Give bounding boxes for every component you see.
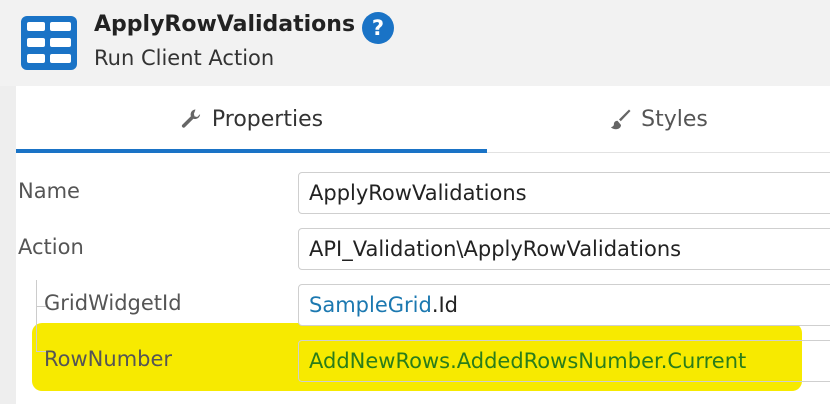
name-field[interactable]: ApplyRowValidations bbox=[298, 172, 830, 214]
tab-bar: Properties Styles bbox=[16, 86, 830, 153]
property-label-rownumber: RowNumber bbox=[44, 347, 173, 371]
rownumber-field[interactable]: AddNewRows.AddedRowsNumber.Current bbox=[298, 340, 830, 382]
left-gutter bbox=[0, 86, 16, 404]
element-title: ApplyRowValidations bbox=[94, 12, 356, 37]
property-row-rownumber: RowNumber AddNewRows.AddedRowsNumber.Cur… bbox=[16, 334, 830, 384]
rownumber-expression: AddNewRows.AddedRowsNumber.Current bbox=[309, 349, 747, 373]
grid-reference-attribute: .Id bbox=[431, 293, 459, 317]
action-field[interactable]: API_Validation\ApplyRowValidations bbox=[298, 228, 830, 270]
tab-bar-divider bbox=[487, 152, 830, 153]
property-label-action: Action bbox=[18, 235, 84, 259]
property-label-gridwidgetid: GridWidgetId bbox=[44, 291, 182, 315]
tab-styles-label: Styles bbox=[641, 106, 708, 132]
tab-styles[interactable]: Styles bbox=[487, 86, 830, 152]
brush-icon bbox=[609, 108, 631, 130]
gridwidgetid-field[interactable]: SampleGrid .Id bbox=[298, 284, 830, 326]
wrench-icon bbox=[180, 108, 202, 130]
client-action-icon bbox=[21, 16, 77, 70]
properties-header: ApplyRowValidations ? Run Client Action bbox=[0, 0, 830, 86]
active-tab-indicator bbox=[16, 149, 487, 153]
question-circle-icon[interactable]: ? bbox=[362, 12, 394, 44]
property-row-action: Action API_Validation\ApplyRowValidation… bbox=[16, 222, 830, 272]
grid-reference-link[interactable]: SampleGrid bbox=[309, 293, 432, 317]
element-subtitle: Run Client Action bbox=[94, 46, 275, 70]
property-row-name: Name ApplyRowValidations bbox=[16, 166, 830, 216]
property-label-name: Name bbox=[18, 179, 80, 203]
tab-properties[interactable]: Properties bbox=[16, 86, 487, 152]
tab-properties-label: Properties bbox=[211, 106, 324, 132]
property-row-gridwidgetid: GridWidgetId SampleGrid .Id bbox=[16, 278, 830, 328]
